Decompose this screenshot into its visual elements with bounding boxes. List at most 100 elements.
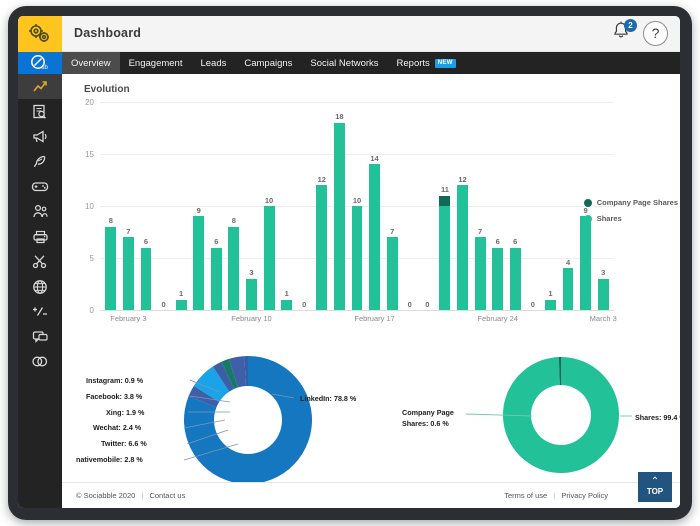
bar-segment-shares [386,237,398,310]
topbar-actions: 2 ? [611,19,668,46]
bar-group[interactable]: 7 [120,102,138,310]
sidebar-item-analytics[interactable] [18,74,62,99]
back-to-top-button[interactable]: ⌃ TOP [638,472,672,502]
bar-segment-shares [175,299,187,310]
bar-value-label: 14 [370,153,379,163]
x-axis-tick: February 3 [110,314,147,323]
tab-leads[interactable]: Leads [191,52,235,74]
bar-stack [281,299,293,310]
sidebar-item-write[interactable] [18,149,62,174]
bar-group[interactable]: 10 [260,102,278,310]
bar-group[interactable]: 8 [225,102,243,310]
bar-stack [509,247,521,310]
bar-value-label: 3 [601,268,606,278]
tab-overview[interactable]: Overview [62,52,120,74]
bar-group[interactable]: 0 [401,102,419,310]
bar-group[interactable]: 9 [190,102,208,310]
donut-label: nativemobile: 2.8 % [76,455,143,464]
bar-segment-shares [369,164,381,310]
print-icon [32,230,48,243]
tab-label: Overview [71,57,111,69]
bar-group[interactable]: 6 [506,102,524,310]
tab-social-networks[interactable]: Social Networks [301,52,387,74]
bar-group[interactable]: 6 [208,102,226,310]
bar-value-label: 7 [390,226,395,236]
bar-plot-area: 8 7 6 0 1 9 6 8 3 10 1 0 12 18 10 14 7 0 0 11 12 7 6 6 0 1 4 9 3 [102,102,612,310]
bar-value-label: 11 [440,185,449,195]
bar-segment-company-page-shares [439,195,451,206]
terms-of-use-link[interactable]: Terms of use [504,491,547,500]
bar-stack [474,237,486,310]
app-screen: Dashboard 2 ? sb Overview Engagement Lea… [18,16,680,508]
bar-value-label: 6 [513,237,518,247]
sidebar-item-plus-minus[interactable] [18,299,62,324]
bar-group[interactable]: 0 [524,102,542,310]
bar-group[interactable]: 0 [155,102,173,310]
scissors-icon [32,255,47,269]
tab-engagement[interactable]: Engagement [120,52,192,74]
sociabble-logo-icon[interactable]: sb [18,52,62,74]
donut-label: Wechat: 2.4 % [93,423,142,432]
main-nav: sb Overview Engagement Leads Campaigns S… [18,52,680,74]
bar-segment-shares [580,216,592,310]
privacy-policy-link[interactable]: Privacy Policy [561,491,608,500]
bar-segment-shares [281,299,293,310]
bar-group[interactable]: 4 [559,102,577,310]
tab-campaigns[interactable]: Campaigns [235,52,301,74]
bar-group[interactable]: 18 [331,102,349,310]
bar-group[interactable]: 12 [454,102,472,310]
legend-item[interactable]: Shares [583,214,678,223]
bell-icon[interactable]: 2 [611,19,637,46]
device-frame: Dashboard 2 ? sb Overview Engagement Lea… [8,6,692,520]
bar-group[interactable]: 1 [542,102,560,310]
bar-group[interactable]: 0 [419,102,437,310]
sidebar-item-gamification[interactable] [18,174,62,199]
bar-group[interactable]: 3 [243,102,261,310]
x-axis-tick: February 10 [231,314,272,323]
sidebar-item-global[interactable] [18,274,62,299]
legend-item[interactable]: Company Page Shares [583,198,678,207]
bar-group[interactable]: 1 [172,102,190,310]
top-button-label: TOP [646,487,664,496]
donut-label: Facebook: 3.8 % [86,392,143,401]
sidebar-item-toggle[interactable] [18,349,62,374]
sidebar-item-users[interactable] [18,199,62,224]
bar-segment-shares [105,226,117,310]
tab-label: Reports [396,57,430,69]
tab-reports[interactable]: Reports NEW [388,52,465,74]
bar-stack [122,237,134,310]
bar-group[interactable]: 7 [471,102,489,310]
x-axis-tick: March 3 [589,314,617,323]
bar-segment-shares [492,247,504,310]
bar-stack [544,299,556,310]
sidebar-item-content[interactable] [18,99,62,124]
sidebar-item-messages[interactable] [18,324,62,349]
bar-group[interactable]: 11 [436,102,454,310]
sidebar-item-campaigns[interactable] [18,124,62,149]
bar-group[interactable]: 6 [489,102,507,310]
bar-segment-shares [228,226,240,310]
bar-segment-shares [210,247,222,310]
bar-group[interactable]: 12 [313,102,331,310]
bar-value-label: 10 [264,195,274,205]
bar-group[interactable]: 0 [295,102,313,310]
bar-value-label: 1 [179,289,184,299]
help-button[interactable]: ? [643,20,668,46]
bar-group[interactable]: 7 [383,102,401,310]
bar-value-label: 7 [478,226,483,236]
bar-value-label: 8 [108,216,113,226]
bar-segment-shares [140,247,152,310]
gears-logo-icon[interactable] [18,16,62,52]
sidebar-item-print[interactable] [18,224,62,249]
contact-us-link[interactable]: Contact us [149,491,185,500]
sidebar-item-tools[interactable] [18,249,62,274]
bar-group[interactable]: 6 [137,102,155,310]
bar-value-label: 0 [425,299,430,309]
bar-group[interactable]: 10 [348,102,366,310]
bar-group[interactable]: 14 [366,102,384,310]
tab-label: Leads [200,57,227,69]
bar-stack [457,185,468,310]
bar-group[interactable]: 1 [278,102,296,310]
bar-group[interactable]: 8 [102,102,120,310]
donut-label: Shares: 99.4 % [635,413,680,422]
